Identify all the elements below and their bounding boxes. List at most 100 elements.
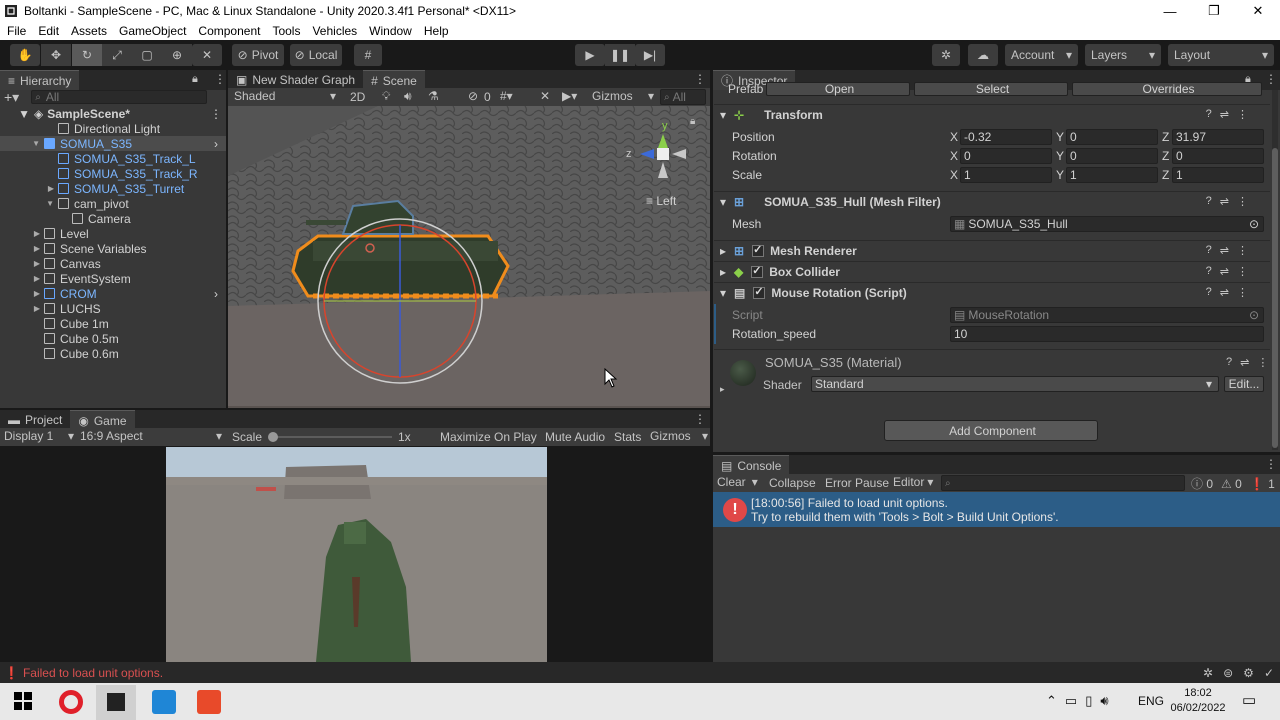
step-button[interactable]: ▶| (635, 44, 665, 66)
tab-scene[interactable]: # Scene (363, 70, 425, 90)
transform-position-x-input[interactable]: -0.32 (960, 129, 1052, 145)
chevron-right-icon[interactable]: ▶ (0, 274, 44, 283)
help-icon[interactable]: ? (1206, 286, 1212, 299)
clear-dropdown[interactable]: Clear ▾ (717, 475, 758, 489)
menu-assets[interactable]: Assets (64, 24, 112, 38)
notification-icon[interactable]: ▭ (1242, 691, 1256, 709)
hierarchy-search-input[interactable]: ⌕ All (31, 90, 208, 104)
prefab-overrides-dropdown[interactable]: Overrides (1072, 82, 1262, 96)
more-menu-icon[interactable]: ⋮ (210, 107, 222, 121)
shader-edit-button[interactable]: Edit... (1224, 376, 1264, 392)
transform-scale-x-input[interactable]: 1 (960, 167, 1052, 183)
effects-icon[interactable]: ⚗ (428, 89, 439, 103)
custom-tool-icon[interactable]: ✕ (192, 44, 222, 66)
power-icon[interactable]: ▯ (1085, 693, 1092, 709)
preset-icon[interactable]: ⇌ (1220, 286, 1229, 299)
rotation-speed-input[interactable]: 10 (950, 326, 1264, 342)
more-menu-icon[interactable]: ⋮ (1257, 356, 1268, 369)
hierarchy-item[interactable]: ▶ SOMUA_S35_Turret (0, 181, 226, 196)
aspect-dropdown[interactable]: 16:9 Aspect ▾ (80, 429, 222, 443)
prefab-select-button[interactable]: Select (914, 82, 1068, 96)
pivot-toggle[interactable]: ⊘ Pivot (232, 44, 284, 66)
menu-file[interactable]: File (0, 24, 31, 38)
more-menu-icon[interactable]: ⋮ (1237, 244, 1248, 257)
transform-tool-icon[interactable]: ⊕ (162, 44, 192, 66)
help-icon[interactable]: ? (1206, 244, 1212, 257)
chevron-right-icon[interactable]: ▶ (0, 184, 58, 193)
transform-position-y-input[interactable]: 0 (1066, 129, 1158, 145)
layers-dropdown[interactable]: Layers ▾ (1085, 44, 1161, 66)
transform-rotation-z-input[interactable]: 0 (1172, 148, 1264, 164)
progress-icon[interactable]: ✲ (1203, 666, 1213, 680)
menu-vehicles[interactable]: Vehicles (305, 24, 362, 38)
language-indicator[interactable]: ENG (1138, 694, 1164, 708)
prefab-open-icon[interactable]: › (214, 287, 218, 301)
game-gizmos-dropdown[interactable]: Gizmos ▾ (650, 429, 708, 443)
chevron-right-icon[interactable]: ▶ (0, 259, 44, 268)
tab-console[interactable]: ▤ Console (713, 455, 790, 475)
scene-root-row[interactable]: ▼ ◈ SampleScene* ⋮ (0, 106, 226, 121)
help-icon[interactable]: ? (1206, 195, 1212, 208)
script-field[interactable]: ▤ MouseRotation ⊙ (950, 307, 1264, 323)
pause-button[interactable]: ❚❚ (605, 44, 635, 66)
account-dropdown[interactable]: Account ▾ (1005, 44, 1078, 66)
unity-taskbar-button[interactable] (96, 685, 136, 720)
axis-z-label[interactable]: Z (1162, 168, 1169, 182)
clock[interactable]: 18:02 06/02/2022 (1168, 686, 1228, 716)
add-component-button[interactable]: Add Component (884, 420, 1098, 441)
editor-dropdown[interactable]: Editor ▾ (893, 475, 933, 489)
chevron-right-icon[interactable]: ▶ (0, 244, 44, 253)
collab-icon[interactable]: ✲ (932, 44, 960, 66)
menu-help[interactable]: Help (417, 24, 454, 38)
preset-icon[interactable]: ⇌ (1220, 195, 1229, 208)
object-picker-icon[interactable]: ⊙ (1249, 217, 1259, 231)
preset-icon[interactable]: ⇌ (1220, 265, 1229, 278)
transform-scale-y-input[interactable]: 1 (1066, 167, 1158, 183)
camera-icon[interactable]: ▶▾ (562, 89, 577, 103)
transform-position-z-input[interactable]: 31.97 (1172, 129, 1264, 145)
hierarchy-item[interactable]: ▶ CROM › (0, 286, 226, 301)
axis-x-label[interactable]: X (950, 130, 958, 144)
transform-scale-z-input[interactable]: 1 (1172, 167, 1264, 183)
prefab-open-button[interactable]: Open (766, 82, 910, 96)
shading-mode-dropdown[interactable]: Shaded ▾ (230, 89, 340, 105)
chevron-down-icon[interactable]: ▼ (0, 199, 58, 208)
prefab-open-icon[interactable]: › (214, 137, 218, 151)
preset-icon[interactable]: ⇌ (1220, 108, 1229, 121)
layout-dropdown[interactable]: Layout ▾ (1168, 44, 1274, 66)
menu-edit[interactable]: Edit (31, 24, 64, 38)
tab-game[interactable]: ◉ Game (70, 410, 135, 430)
maximize-on-play-toggle[interactable]: Maximize On Play (440, 430, 537, 444)
chevron-right-icon[interactable]: ▶ (0, 229, 44, 238)
hierarchy-item[interactable]: Directional Light (0, 121, 226, 136)
debug-icon[interactable]: ⚙ (1243, 666, 1254, 680)
add-button[interactable]: +▾ (4, 89, 19, 106)
hierarchy-item[interactable]: Camera (0, 211, 226, 226)
chevron-down-icon[interactable]: ▼ (0, 139, 44, 148)
menu-component[interactable]: Component (191, 24, 265, 38)
mesh-renderer-checkbox[interactable] (752, 243, 765, 257)
scale-slider[interactable] (268, 432, 392, 442)
lighting-icon[interactable]: 💡︎ (382, 89, 390, 104)
chevron-up-icon[interactable]: ⌃ (1046, 693, 1057, 709)
console-search-input[interactable]: ⌕ (941, 475, 1185, 491)
hierarchy-item[interactable]: ▼ SOMUA_S35 › (0, 136, 226, 151)
stats-toggle[interactable]: Stats (614, 430, 641, 444)
close-button[interactable]: ✕ (1236, 0, 1280, 22)
recorder-app-icon[interactable] (197, 690, 221, 714)
console-entry[interactable]: ! [18:00:56] Failed to load unit options… (713, 492, 1280, 527)
status-message[interactable]: Failed to load unit options. (23, 666, 163, 680)
transform-rotation-y-input[interactable]: 0 (1066, 148, 1158, 164)
menu-tools[interactable]: Tools (265, 24, 305, 38)
more-menu-icon[interactable]: ⋮ (1265, 457, 1277, 471)
axis-x-label[interactable]: X (950, 168, 958, 182)
windows-start-icon[interactable] (14, 692, 32, 710)
scene-gizmos-dropdown[interactable]: Gizmos ▾ (592, 89, 654, 105)
tab-project[interactable]: ▬ Project (0, 410, 70, 430)
opera-browser-icon[interactable] (59, 690, 83, 714)
menu-gameobject[interactable]: GameObject (112, 24, 191, 38)
visibility-icon[interactable]: ⊘ (468, 89, 478, 103)
cache-icon[interactable]: ⊜ (1223, 666, 1233, 680)
axis-y-label[interactable]: Y (1056, 168, 1064, 182)
grid-snap-icon[interactable]: # (354, 44, 382, 66)
